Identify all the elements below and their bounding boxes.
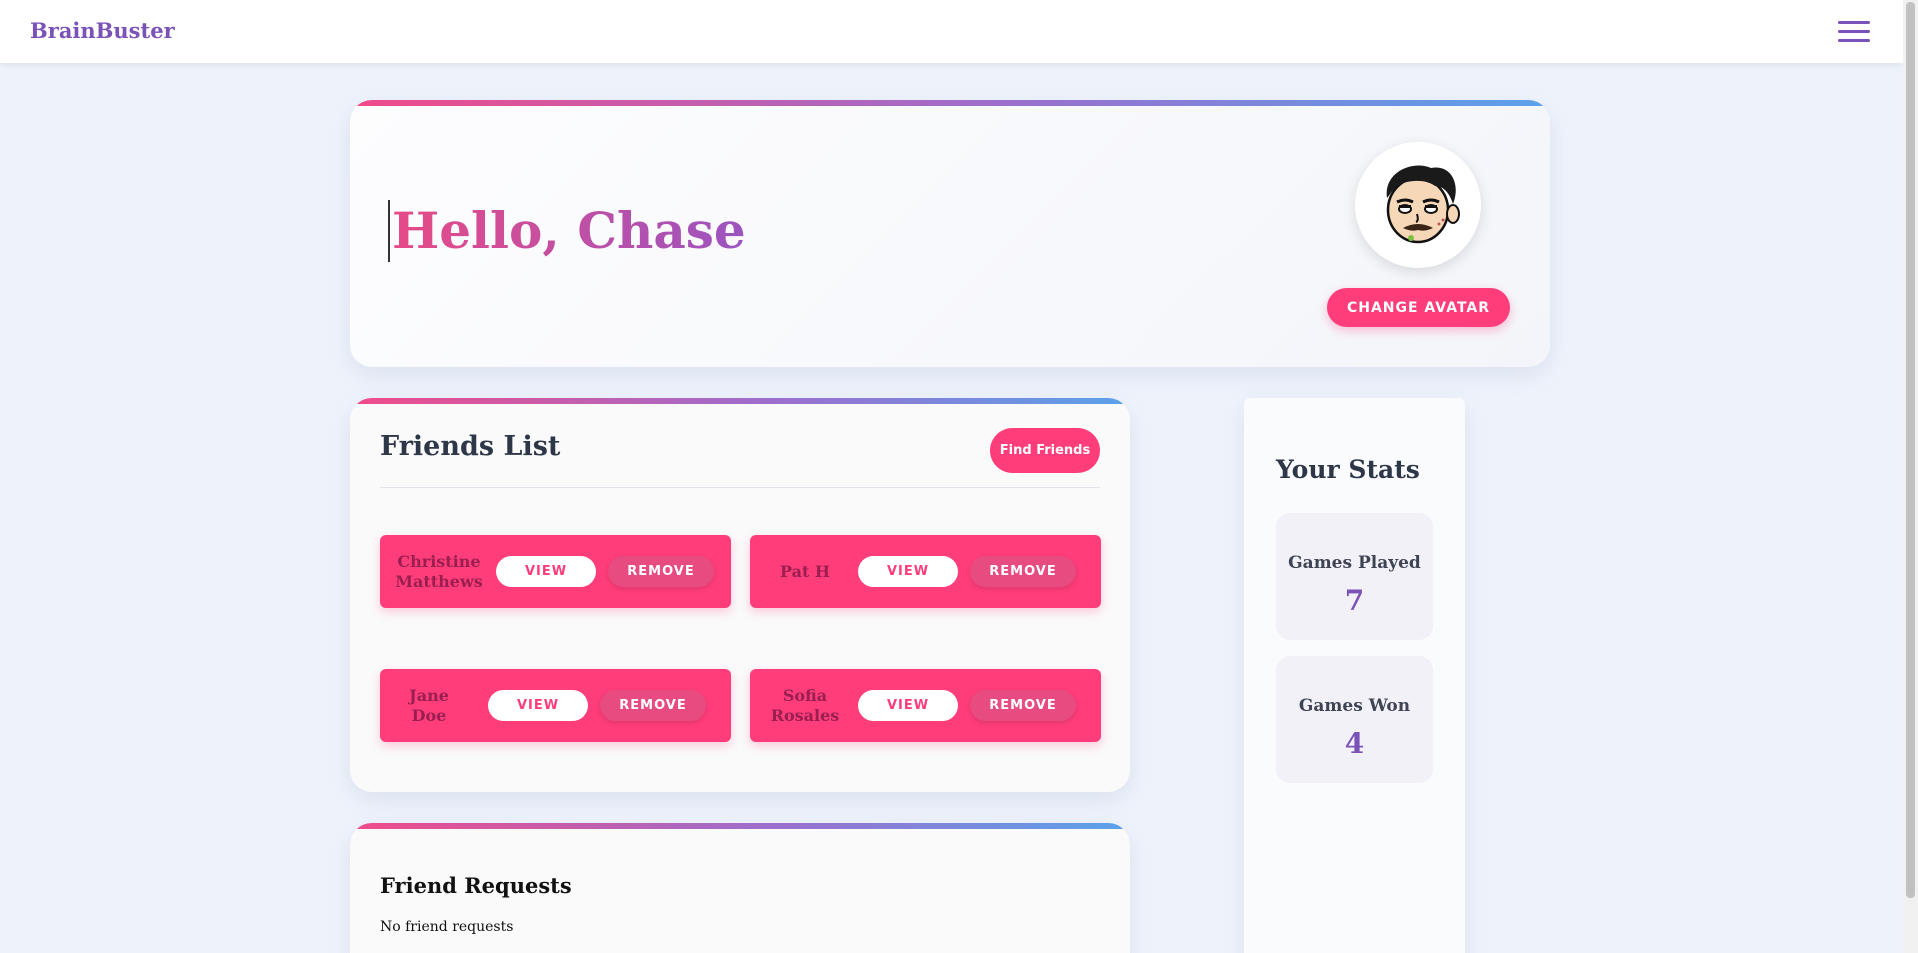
navbar: BrainBuster [0,0,1903,63]
welcome-card: Hello, Chase CHANGE AVATAR [350,100,1550,367]
remove-friend-button[interactable]: REMOVE [600,690,706,721]
friend-name: Jane Doe [409,685,449,725]
friend-requests-title: Friend Requests [380,873,572,898]
friends-list-card: Friends List Find Friends Christine Matt… [350,398,1130,792]
stat-label: Games Played [1288,553,1421,573]
scrollbar-thumb[interactable] [1906,2,1915,898]
stats-card: Your Stats Games Played 7 Games Won 4 [1244,398,1465,953]
friend-card: Jane Doe VIEW REMOVE [380,669,731,742]
friends-list-title: Friends List [380,431,561,462]
friend-name: Pat H [779,561,831,581]
friend-card: Christine Matthews VIEW REMOVE [380,535,731,608]
avatar [1355,142,1481,268]
view-friend-button[interactable]: VIEW [488,690,588,721]
avatar-face-icon [1386,165,1460,244]
view-friend-button[interactable]: VIEW [858,556,958,587]
stat-label: Games Won [1298,696,1411,716]
brand-logo[interactable]: BrainBuster [30,18,175,43]
remove-friend-button[interactable]: REMOVE [608,556,714,587]
divider [380,487,1100,488]
view-friend-button[interactable]: VIEW [496,556,596,587]
friend-card: Pat H VIEW REMOVE [750,535,1101,608]
stat-value: 7 [1344,584,1365,617]
stat-games-won: Games Won 4 [1276,656,1433,783]
remove-friend-button[interactable]: REMOVE [970,690,1076,721]
page-scrollbar[interactable] [1903,0,1918,953]
gradient-top-bar [350,823,1130,829]
stats-title: Your Stats [1276,455,1420,484]
no-requests-text: No friend requests [380,919,514,935]
change-avatar-button[interactable]: CHANGE AVATAR [1327,288,1510,327]
gradient-top-bar [350,100,1550,106]
view-friend-button[interactable]: VIEW [858,690,958,721]
friend-requests-card: Friend Requests No friend requests [350,823,1130,953]
find-friends-button[interactable]: Find Friends [990,428,1100,473]
friend-name: Sofia Rosales [770,685,840,725]
remove-friend-button[interactable]: REMOVE [970,556,1076,587]
hamburger-menu-icon[interactable] [1838,21,1870,43]
friend-card: Sofia Rosales VIEW REMOVE [750,669,1101,742]
friend-name: Christine Matthews [395,551,483,591]
gradient-top-bar [350,398,1130,404]
stat-value: 4 [1344,727,1365,760]
stat-games-played: Games Played 7 [1276,513,1433,640]
greeting-heading: Hello, Chase [388,200,746,262]
